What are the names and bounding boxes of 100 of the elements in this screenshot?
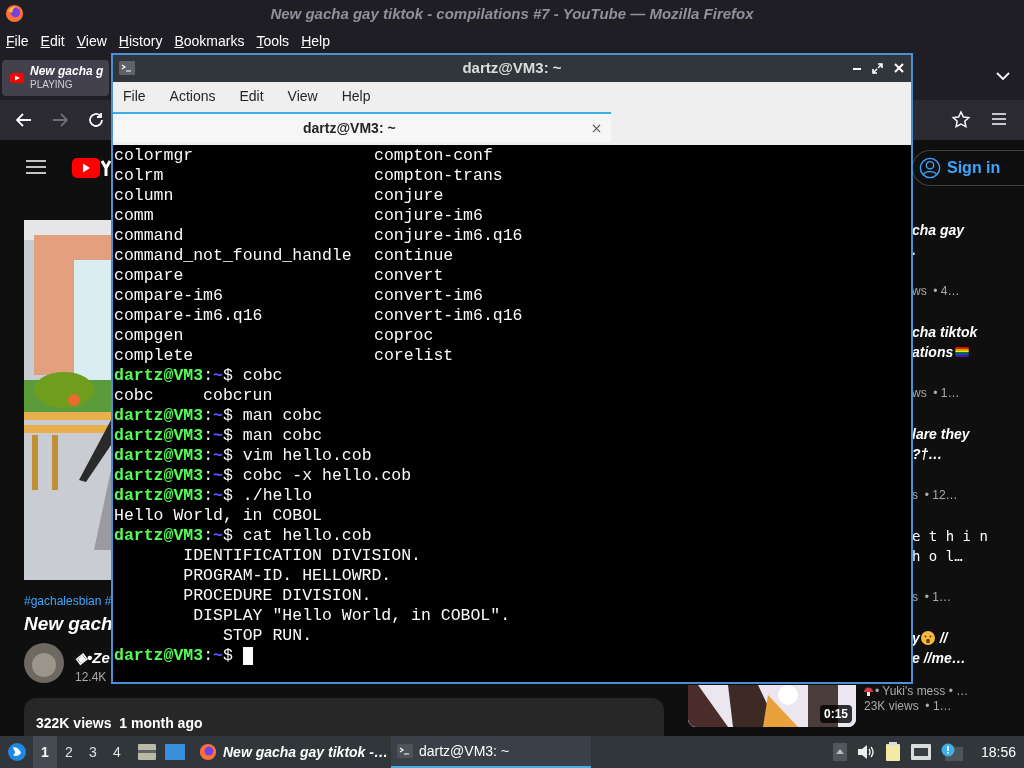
- youtube-logo-icon[interactable]: [72, 158, 111, 178]
- prompt-sign: $: [222, 366, 233, 386]
- terminal-text: compare: [114, 266, 185, 286]
- close-icon[interactable]: [592, 124, 601, 133]
- firefox-logo-icon: [5, 4, 24, 23]
- browser-tab[interactable]: New gacha g PLAYING: [2, 60, 109, 96]
- video-title[interactable]: ?†…: [912, 443, 943, 465]
- workspace-button[interactable]: 2: [57, 736, 81, 768]
- video-title[interactable]: ations: [912, 341, 954, 363]
- menu-item[interactable]: Help: [301, 30, 330, 52]
- terminal-text: colrm: [114, 166, 165, 186]
- prompt-user: dartz@VM3: [114, 486, 204, 506]
- channel-avatar[interactable]: [24, 643, 64, 683]
- clipboard-icon[interactable]: [884, 742, 901, 762]
- user-icon: [919, 157, 941, 179]
- prompt-path: ~: [213, 366, 223, 386]
- prompt-user: dartz@VM3: [114, 466, 204, 486]
- menu-item[interactable]: Help: [341, 85, 371, 107]
- terminal-text: compgen: [114, 326, 185, 346]
- prompt-sign: $: [222, 426, 233, 446]
- terminal-command: cat hello.cob: [242, 526, 372, 546]
- video-meta: ws • 1…: [912, 385, 961, 402]
- view-count: 322K views 1 month ago: [36, 715, 203, 731]
- prompt-user: dartz@VM3: [114, 406, 204, 426]
- prompt-colon: :: [203, 366, 214, 386]
- tab-title: New gacha g: [30, 65, 104, 78]
- prompt-sign: $: [222, 406, 233, 426]
- channel-name[interactable]: ◈•Ze: [75, 647, 110, 670]
- prompt-user: dartz@VM3: [114, 526, 204, 546]
- video-title[interactable]: lare they: [912, 423, 970, 445]
- video-title[interactable]: cha tiktok: [912, 321, 978, 343]
- menu-item[interactable]: History: [118, 30, 163, 52]
- network-icon[interactable]: [910, 744, 931, 760]
- workspace-button[interactable]: 4: [105, 736, 129, 768]
- terminal-text: command_not_found_handle: [114, 246, 353, 266]
- speaker-icon[interactable]: [856, 744, 875, 760]
- taskbar-button[interactable]: dartz@VM3: ~: [391, 736, 591, 768]
- terminal-text: column: [114, 186, 175, 206]
- terminal-command: man cobc: [242, 406, 323, 426]
- menu-item[interactable]: Bookmarks: [174, 30, 245, 52]
- video-thumbnail[interactable]: 0:15: [688, 685, 856, 727]
- prompt-colon: :: [203, 646, 214, 666]
- terminal-command: ./hello: [242, 486, 313, 506]
- terminal-text: complete: [114, 346, 195, 366]
- menu-item[interactable]: Tools: [256, 30, 290, 52]
- prompt-path: ~: [213, 526, 223, 546]
- bookmark-star-icon[interactable]: [951, 110, 971, 130]
- hashtags[interactable]: #gachalesbian #: [24, 592, 112, 610]
- prompt-user: dartz@VM3: [114, 646, 204, 666]
- terminal-text: PROCEDURE DIVISION.: [182, 586, 372, 606]
- prompt-sign: $: [222, 486, 233, 506]
- collapse-tray-icon[interactable]: [832, 743, 847, 761]
- workspace-button[interactable]: 3: [81, 736, 105, 768]
- terminal-text: compton-trans: [374, 166, 503, 186]
- menu-icon[interactable]: [991, 112, 1007, 126]
- prompt-colon: :: [203, 526, 214, 546]
- workspace-button[interactable]: 1: [33, 736, 57, 768]
- channel-name[interactable]: • Yuki's mess • …: [875, 682, 969, 700]
- terminal-text: corelist: [374, 346, 454, 366]
- menu-item[interactable]: Edit: [40, 30, 65, 52]
- prompt-colon: :: [203, 406, 214, 426]
- terminal-tab[interactable]: dartz@VM3: ~: [113, 112, 611, 142]
- start-menu-icon[interactable]: [7, 742, 27, 762]
- back-arrow-icon[interactable]: [15, 111, 33, 129]
- terminal-text: compton-conf: [374, 146, 493, 166]
- video-title-suffix: //: [938, 628, 948, 648]
- terminal-command: man cobc: [242, 426, 323, 446]
- prompt-sign: $: [222, 446, 233, 466]
- description-card[interactable]: 322K views 1 month ago: [24, 698, 664, 736]
- menu-icon[interactable]: [26, 159, 46, 175]
- video-title: New gach: [24, 612, 113, 636]
- menu-item[interactable]: Actions: [169, 85, 216, 107]
- terminal-icon: [119, 61, 135, 75]
- menu-item[interactable]: File: [6, 30, 29, 52]
- terminal-text: PROGRAM-ID. HELLOWRD.: [182, 566, 392, 586]
- video-meta: s • 1…: [912, 589, 952, 606]
- prompt-user: dartz@VM3: [114, 426, 204, 446]
- reload-icon[interactable]: [87, 111, 105, 129]
- prompt-colon: :: [203, 486, 214, 506]
- terminal-text: conjure: [374, 186, 444, 206]
- forward-arrow-icon[interactable]: [51, 111, 69, 129]
- chevron-down-icon[interactable]: [996, 71, 1010, 81]
- menu-item[interactable]: View: [76, 30, 107, 52]
- menu-item[interactable]: View: [287, 85, 318, 107]
- terminal-text: compare-im6: [114, 286, 224, 306]
- video-duration: 0:15: [819, 705, 852, 723]
- notification-icon[interactable]: [940, 743, 963, 761]
- menu-item[interactable]: File: [123, 85, 146, 107]
- terminal-text: command: [114, 226, 185, 246]
- video-title[interactable]: h o l…: [912, 545, 963, 567]
- terminal-text: IDENTIFICATION DIVISION.: [182, 546, 421, 566]
- menu-item[interactable]: Edit: [239, 85, 264, 107]
- video-title[interactable]: e t h i n: [912, 525, 988, 547]
- video-title[interactable]: cha gay: [912, 219, 965, 241]
- prompt-path: ~: [213, 406, 223, 426]
- video-title[interactable]: e //me…: [912, 647, 966, 669]
- window-title: New gacha gay tiktok - compilations #7 - YouTube — Mozilla Firefox: [270, 3, 754, 24]
- terminal-icon: [397, 744, 413, 758]
- file-manager-icon[interactable]: [137, 743, 157, 761]
- maximize-icon[interactable]: [872, 63, 883, 74]
